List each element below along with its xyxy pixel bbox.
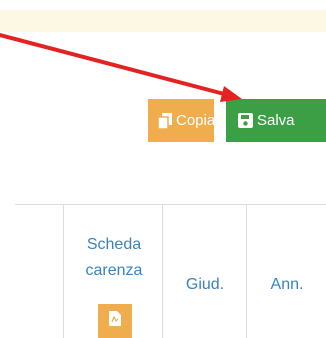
column-divider bbox=[63, 204, 64, 338]
warning-banner bbox=[0, 10, 326, 32]
screenshot-stage: Copia Salva Scheda carenza Giud. Ann. bbox=[0, 0, 326, 338]
column-header-scheda-line1: Scheda bbox=[86, 236, 142, 253]
pdf-file-icon bbox=[109, 311, 121, 331]
column-divider bbox=[246, 204, 247, 338]
column-header-scheda-carenza[interactable]: Scheda carenza bbox=[66, 232, 162, 284]
save-button-label: Salva bbox=[257, 112, 295, 129]
column-header-scheda-line2: carenza bbox=[85, 262, 143, 279]
column-divider bbox=[162, 204, 163, 338]
column-header-giud[interactable]: Giud. bbox=[164, 272, 246, 298]
scheda-pdf-button[interactable] bbox=[98, 304, 132, 338]
save-button[interactable]: Salva bbox=[226, 99, 326, 142]
table-top-border bbox=[15, 204, 326, 205]
column-header-ann[interactable]: Ann. bbox=[248, 272, 326, 298]
floppy-disk-icon bbox=[238, 113, 253, 128]
copy-icon bbox=[158, 112, 172, 129]
copy-button[interactable]: Copia bbox=[148, 99, 216, 142]
copy-button-label: Copia bbox=[176, 112, 216, 129]
